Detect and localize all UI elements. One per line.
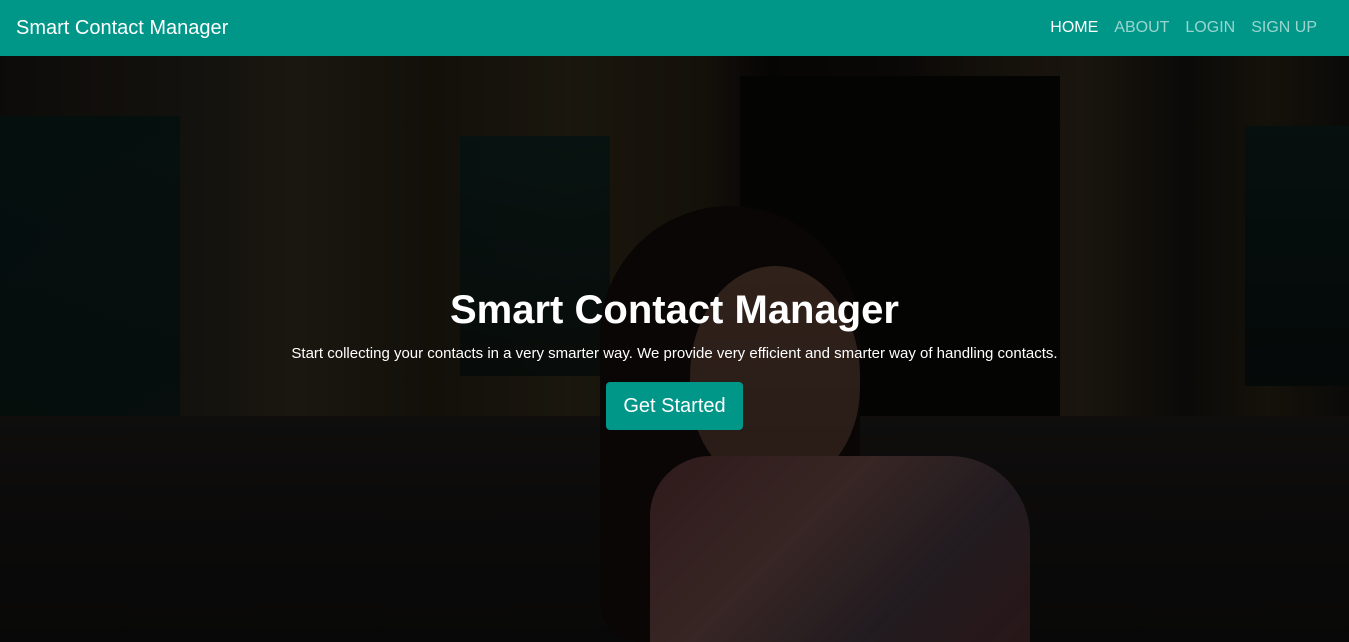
nav-link-login[interactable]: LOGIN — [1177, 19, 1243, 37]
hero-content: Smart Contact Manager Start collecting y… — [0, 56, 1349, 642]
hero-subtitle: Start collecting your contacts in a very… — [291, 345, 1058, 362]
get-started-button[interactable]: Get Started — [606, 382, 743, 430]
top-navbar: Smart Contact Manager HOME ABOUT LOGIN S… — [0, 0, 1349, 56]
nav-link-about[interactable]: ABOUT — [1106, 19, 1177, 37]
hero-section: Smart Contact Manager Start collecting y… — [0, 56, 1349, 642]
nav-link-home[interactable]: HOME — [1042, 19, 1106, 37]
nav-links: HOME ABOUT LOGIN SIGN UP — [1042, 19, 1325, 37]
nav-link-signup[interactable]: SIGN UP — [1243, 19, 1325, 37]
brand-link[interactable]: Smart Contact Manager — [16, 17, 228, 40]
hero-title: Smart Contact Manager — [450, 288, 899, 332]
